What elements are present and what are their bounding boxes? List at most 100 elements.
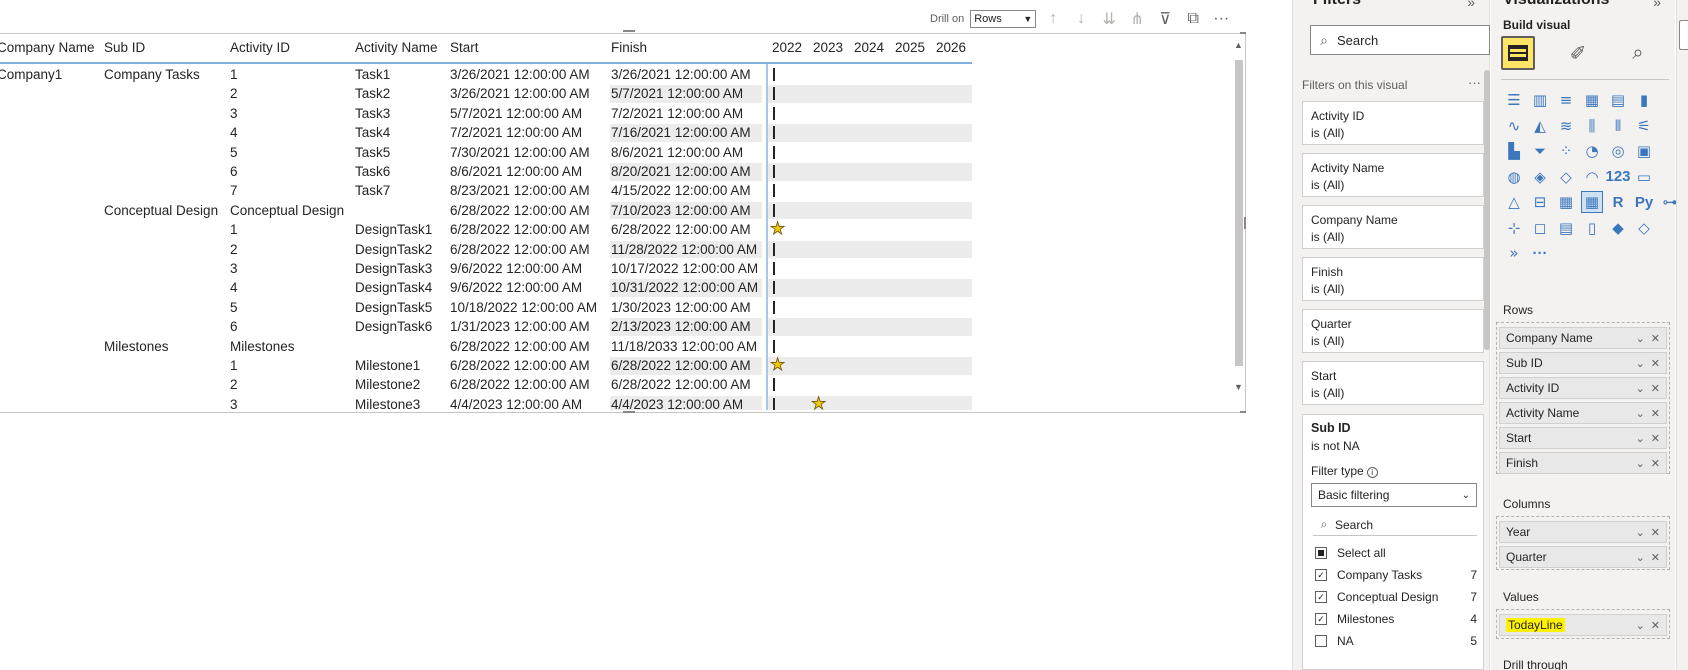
table-row[interactable]: 3 Milestone3 4/4/2023 12:00:00 AM 4/4/2023 … (0, 394, 972, 410)
header-sub-id[interactable]: Sub ID (104, 40, 145, 55)
checkbox-checked[interactable]: ✓ (1315, 569, 1327, 581)
treemap-icon[interactable]: ▣ (1633, 140, 1655, 162)
decomposition-tree-icon[interactable]: ⊹ (1503, 217, 1525, 239)
smart-narrative-icon[interactable]: ▤ (1555, 217, 1577, 239)
chevron-down-icon[interactable]: ⌄ (1636, 357, 1645, 370)
resize-handle-corner-br[interactable] (1240, 411, 1246, 413)
more-options-icon[interactable]: ··· (1210, 10, 1232, 28)
filter-card[interactable]: Quarter is (All) (1302, 309, 1484, 353)
kpi-icon[interactable]: △ (1503, 191, 1525, 213)
select-all-option[interactable]: Select all (1315, 544, 1479, 562)
field-pill[interactable]: Start ⌄ ✕ (1499, 427, 1667, 449)
format-visual-tab[interactable]: ✐ (1561, 36, 1595, 70)
drill-up-icon[interactable]: ↑ (1042, 10, 1064, 28)
data-pane-collapsed[interactable] (1676, 0, 1688, 670)
filter-card[interactable]: Start is (All) (1302, 361, 1484, 405)
expand-hierarchy-icon[interactable]: ⋔ (1126, 9, 1148, 29)
table-row[interactable]: 1 DesignTask1 6/28/2022 12:00:00 AM 6/28/20… (0, 219, 972, 240)
chevron-down-icon[interactable]: ⌄ (1636, 457, 1645, 470)
filter-card-sub-id[interactable]: Sub ID is not NA Filter type i Basic filt… (1302, 414, 1484, 670)
scroll-thumb[interactable] (1235, 60, 1243, 366)
table-row[interactable]: Conceptual Design Conceptual Design 6/28/2… (0, 201, 972, 221)
select-all-checkbox[interactable] (1315, 547, 1327, 559)
matrix-scrollbar[interactable]: ▲ ▼ (1234, 40, 1244, 402)
qa-icon[interactable]: ◻ (1529, 217, 1551, 239)
chevron-down-icon[interactable]: ⌄ (1636, 382, 1645, 395)
field-pill[interactable]: Sub ID ⌄ ✕ (1499, 352, 1667, 374)
filter-option[interactable]: ✓ Conceptual Design 7 (1315, 588, 1479, 606)
clustered-bar-icon[interactable]: ≡ (1555, 89, 1577, 111)
map-icon[interactable]: ◍ (1503, 166, 1525, 188)
filter-option[interactable]: NA 5 (1315, 632, 1479, 650)
filter-card[interactable]: Activity ID is (All) (1302, 101, 1484, 145)
resize-handle-top[interactable] (623, 30, 635, 32)
line-chart-icon[interactable]: ∿ (1503, 115, 1525, 137)
filters-scrollbar[interactable] (1484, 70, 1490, 630)
table-row[interactable]: 5 Task5 7/30/2021 12:00:00 AM 8/6/2021 12:0… (0, 143, 972, 163)
table-row[interactable]: 3 Task3 5/7/2021 12:00:00 AM 7/2/2021 12:00… (0, 104, 972, 124)
scatter-icon[interactable]: ⁘ (1555, 140, 1577, 162)
checkbox-checked[interactable]: ✓ (1315, 591, 1327, 603)
header-year-2024[interactable]: 2024 (854, 40, 884, 55)
table-row[interactable]: 4 Task4 7/2/2021 12:00:00 AM 7/16/2021 12:0… (0, 123, 972, 143)
azure-map-icon[interactable]: ◇ (1555, 166, 1577, 188)
close-icon[interactable]: ✕ (1651, 332, 1660, 345)
filter-card[interactable]: Activity Name is (All) (1302, 153, 1484, 197)
pie-icon[interactable]: ◔ (1581, 140, 1603, 162)
scroll-thumb[interactable] (1484, 70, 1490, 350)
chevron-down-icon[interactable]: ⌄ (1636, 526, 1645, 539)
field-pill[interactable]: Quarter ⌄ ✕ (1499, 546, 1667, 568)
close-icon[interactable]: ✕ (1651, 407, 1660, 420)
expand-all-icon[interactable]: ⇊ (1098, 9, 1120, 29)
table-row[interactable]: 6 Task6 8/6/2021 12:00:00 AM 8/20/2021 12:0… (0, 162, 972, 182)
card-icon[interactable]: 123 (1605, 166, 1630, 188)
stacked-bar-icon[interactable]: ☰ (1503, 89, 1525, 111)
more-options-icon[interactable]: ··· (1468, 75, 1481, 90)
table-row[interactable]: 2 Task2 3/26/2021 12:00:00 AM 5/7/2021 12:0… (0, 84, 972, 104)
info-icon[interactable]: i (1366, 467, 1378, 478)
chevron-down-icon[interactable]: ⌄ (1636, 432, 1645, 445)
close-icon[interactable]: ✕ (1651, 357, 1660, 370)
resize-handle-corner-tr[interactable] (1240, 32, 1246, 34)
donut-icon[interactable]: ◎ (1607, 140, 1629, 162)
table-row[interactable]: 7 Task7 8/23/2021 12:00:00 AM 4/15/2022 12:… (0, 181, 972, 201)
table-row[interactable]: 5 DesignTask5 10/18/2022 12:00:00 AM 1/30/2… (0, 298, 972, 318)
filled-map-icon[interactable]: ◈ (1529, 166, 1551, 188)
line-column-icon[interactable]: ⫼ (1581, 115, 1603, 137)
funnel-icon[interactable]: ⏷ (1529, 140, 1551, 162)
clustered-column-icon[interactable]: ▦ (1581, 89, 1603, 111)
matrix-visual[interactable]: Drill on Rows ▼ ↑ ↓ ⇊ ⋔ ⊽ ⧉ ··· Company … (0, 0, 1250, 420)
filters-search-input[interactable]: ⌕ Search (1310, 25, 1490, 55)
table-row[interactable]: 1 Milestone1 6/28/2022 12:00:00 AM 6/28/202… (0, 355, 972, 376)
checkbox-unchecked[interactable] (1315, 635, 1327, 647)
paginated-report-icon[interactable]: ▯ (1581, 217, 1603, 239)
more-options-icon[interactable]: ··· (1529, 242, 1551, 264)
field-pill[interactable]: Finish ⌄ ✕ (1499, 452, 1667, 474)
header-activity-id[interactable]: Activity ID (230, 40, 290, 55)
data-pane-tab[interactable] (1679, 20, 1688, 50)
field-pill[interactable]: Year ⌄ ✕ (1499, 521, 1667, 543)
close-icon[interactable]: ✕ (1651, 432, 1660, 445)
filter-card[interactable]: Company Name is (All) (1302, 205, 1484, 249)
collapse-filters-icon[interactable]: » (1467, 0, 1475, 10)
table-row[interactable]: Company1 Company Tasks 1 Task1 3/26/2021 12:… (0, 65, 972, 85)
power-automate-icon[interactable]: ◇ (1633, 217, 1655, 239)
close-icon[interactable]: ✕ (1651, 382, 1660, 395)
drill-on-dropdown[interactable]: Rows ▼ (970, 10, 1037, 28)
table-row[interactable]: Milestones Milestones 6/28/2022 12:00:00 A… (0, 337, 972, 357)
chevron-down-icon[interactable]: ⌄ (1636, 551, 1645, 564)
resize-handle-right[interactable] (1244, 217, 1246, 229)
area-chart-icon[interactable]: ◭ (1529, 115, 1551, 137)
collapse-visualizations-icon[interactable]: » (1653, 0, 1661, 10)
power-apps-icon[interactable]: ◆ (1607, 217, 1629, 239)
checkbox-checked[interactable]: ✓ (1315, 613, 1327, 625)
header-year-2025[interactable]: 2025 (895, 40, 925, 55)
header-start[interactable]: Start (450, 40, 479, 55)
stacked-area-icon[interactable]: ≋ (1555, 115, 1577, 137)
header-year-2026[interactable]: 2026 (936, 40, 966, 55)
close-icon[interactable]: ✕ (1651, 619, 1660, 632)
100-bar-icon[interactable]: ▤ (1607, 89, 1629, 111)
filter-type-dropdown[interactable]: Basic filtering ⌄ (1311, 483, 1477, 507)
field-pill[interactable]: Activity ID ⌄ ✕ (1499, 377, 1667, 399)
scroll-down-icon[interactable]: ▼ (1234, 382, 1243, 392)
